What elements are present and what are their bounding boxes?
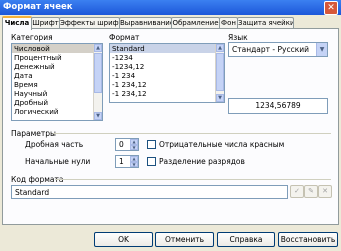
spin-down-icon[interactable]: ▼ bbox=[130, 161, 138, 167]
leading-zeros-value: 1 bbox=[119, 157, 124, 166]
scroll-up-icon[interactable]: ▲ bbox=[216, 44, 224, 52]
decimal-places-label: Дробная часть bbox=[25, 140, 84, 149]
format-code-value: Standard bbox=[15, 188, 50, 197]
ok-button[interactable]: OK bbox=[94, 232, 153, 247]
format-code-input[interactable]: Standard bbox=[11, 185, 288, 199]
format-item[interactable]: -1234 bbox=[110, 53, 224, 62]
delete-icon[interactable]: ✕ bbox=[318, 185, 332, 198]
tab-cell-protection[interactable]: Защита ячейки bbox=[237, 17, 294, 28]
edit-comment-icon[interactable]: ✎ bbox=[304, 185, 318, 198]
category-item[interactable]: Денежный bbox=[12, 62, 102, 71]
tab-strip: Числа Шрифт Эффекты шрифта Выравнивание … bbox=[2, 16, 339, 30]
close-icon: ✕ bbox=[327, 3, 335, 13]
leading-zeros-stepper[interactable]: 1 ▲ ▼ bbox=[115, 155, 139, 168]
format-item[interactable]: Standard bbox=[110, 44, 224, 53]
chevron-down-icon[interactable]: ▼ bbox=[316, 43, 327, 56]
tab-font-effects[interactable]: Эффекты шрифта bbox=[59, 17, 120, 28]
negative-red-checkbox[interactable] bbox=[147, 140, 156, 149]
scroll-up-icon[interactable]: ▲ bbox=[94, 44, 102, 52]
language-value: Стандарт - Русский bbox=[232, 45, 309, 54]
category-item[interactable]: Числовой bbox=[12, 44, 102, 53]
leading-zeros-label: Начальные нули bbox=[25, 157, 91, 166]
decimal-places-stepper[interactable]: 0 ▲ ▼ bbox=[115, 138, 139, 151]
tab-numbers[interactable]: Числа bbox=[2, 16, 32, 30]
close-button[interactable]: ✕ bbox=[324, 1, 338, 15]
reset-button[interactable]: Восстановить bbox=[278, 232, 338, 247]
format-cells-dialog: Формат ячеек ✕ Числа Шрифт Эффекты шрифт… bbox=[0, 0, 341, 251]
format-scroll-thumb[interactable] bbox=[216, 53, 224, 91]
format-item[interactable]: -1 234,12 bbox=[110, 80, 224, 89]
category-label: Категория bbox=[11, 33, 53, 42]
format-item[interactable]: -1 234,12 bbox=[110, 89, 224, 98]
category-item[interactable]: Время bbox=[12, 80, 102, 89]
format-item[interactable]: -1234,12 bbox=[110, 62, 224, 71]
format-code-divider bbox=[55, 179, 331, 180]
negative-red-label: Отрицательные числа красным bbox=[159, 140, 285, 149]
tab-alignment[interactable]: Выравнивание bbox=[119, 17, 172, 28]
category-item[interactable]: Логический bbox=[12, 107, 102, 116]
format-preview: 1234,56789 bbox=[228, 98, 328, 114]
options-divider bbox=[53, 133, 331, 134]
scroll-down-icon[interactable]: ▼ bbox=[216, 94, 224, 102]
title-bar: Формат ячеек ✕ bbox=[0, 0, 341, 15]
tab-background[interactable]: Фон bbox=[219, 17, 238, 28]
language-label: Язык bbox=[228, 33, 248, 42]
thousands-separator-label: Разделение разрядов bbox=[159, 157, 245, 166]
format-label: Формат bbox=[109, 33, 140, 42]
format-scrollbar[interactable]: ▲ ▼ bbox=[215, 44, 224, 102]
format-list[interactable]: Standard -1234 -1234,12 -1 234 -1 234,12… bbox=[109, 43, 225, 103]
tab-borders[interactable]: Обрамление bbox=[171, 17, 220, 28]
category-list[interactable]: Числовой Процентный Денежный Дата Время … bbox=[11, 43, 103, 121]
cancel-button[interactable]: Отменить bbox=[155, 232, 214, 247]
decimal-places-value: 0 bbox=[119, 140, 124, 149]
format-item[interactable]: -1 234 bbox=[110, 71, 224, 80]
category-scrollbar[interactable]: ▲ ▼ bbox=[93, 44, 102, 120]
category-item[interactable]: Научный bbox=[12, 89, 102, 98]
numbers-panel: Категория Числовой Процентный Денежный Д… bbox=[2, 28, 339, 225]
scroll-down-icon[interactable]: ▼ bbox=[94, 112, 102, 120]
spin-down-icon[interactable]: ▼ bbox=[130, 144, 138, 150]
category-scroll-thumb[interactable] bbox=[94, 53, 102, 93]
category-item[interactable]: Процентный bbox=[12, 53, 102, 62]
window-title: Формат ячеек bbox=[3, 2, 73, 12]
options-section-label: Параметры bbox=[11, 129, 56, 138]
help-button[interactable]: Справка bbox=[217, 232, 275, 247]
apply-format-icon[interactable]: ✓ bbox=[290, 185, 304, 198]
language-select[interactable]: Стандарт - Русский ▼ bbox=[228, 42, 328, 57]
category-item[interactable]: Дата bbox=[12, 71, 102, 80]
category-item[interactable]: Дробный bbox=[12, 98, 102, 107]
thousands-separator-checkbox[interactable] bbox=[147, 157, 156, 166]
tab-font[interactable]: Шрифт bbox=[31, 17, 60, 28]
